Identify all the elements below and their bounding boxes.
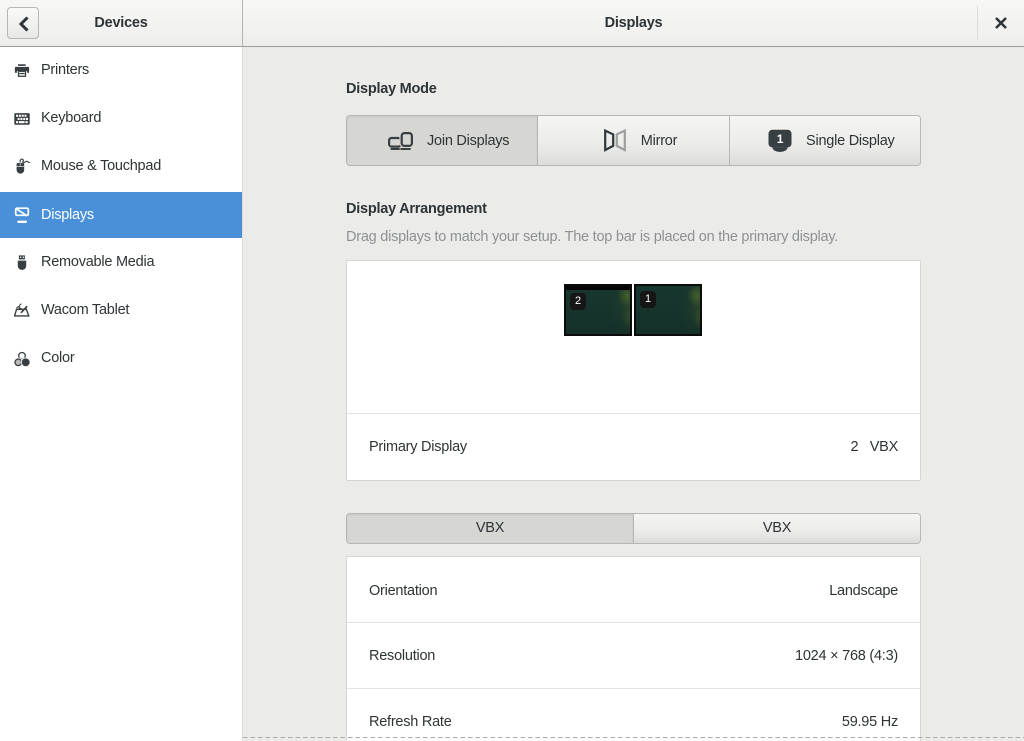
svg-text:1: 1 bbox=[777, 132, 784, 146]
